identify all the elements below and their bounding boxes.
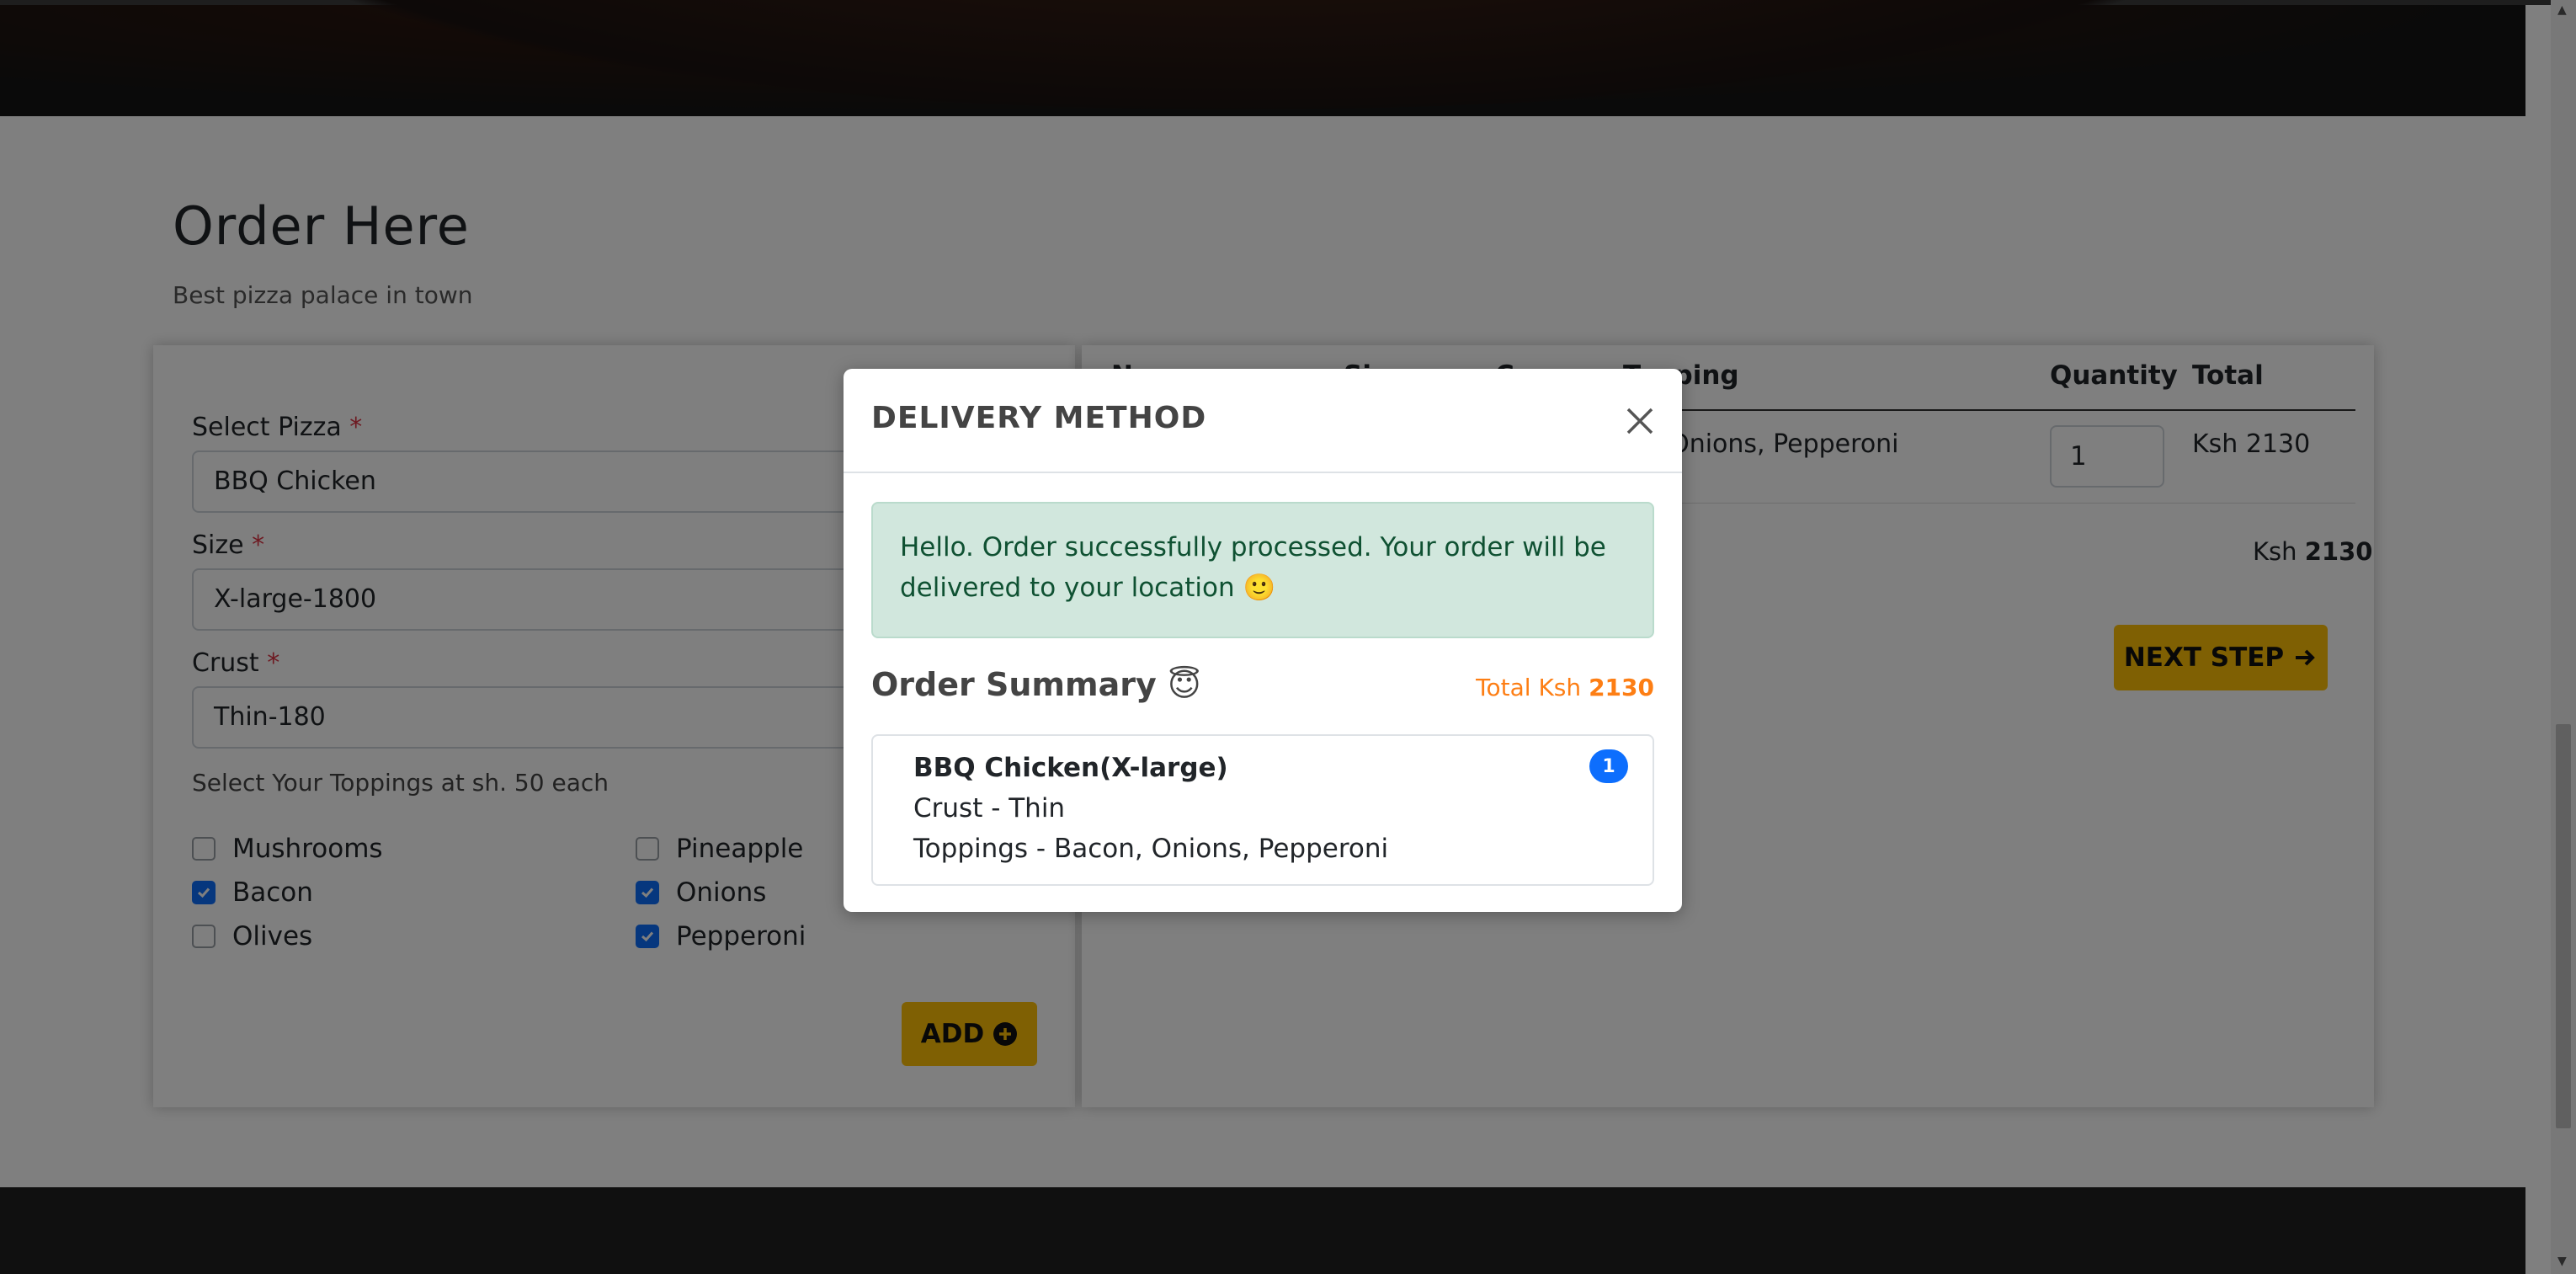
delivery-method-modal: DELIVERY METHOD Hello. Order successfull… [844,369,1682,912]
item-crust: Crust - Thin [913,793,1066,824]
order-summary-item: BBQ Chicken(X-large) Crust - Thin Toppin… [871,734,1654,886]
item-count-badge: 1 [1589,749,1628,783]
modal-header: DELIVERY METHOD [844,369,1682,473]
success-alert: Hello. Order successfully processed. You… [871,502,1654,638]
modal-title: DELIVERY METHOD [871,401,1207,435]
order-summary-title: Order Summary 😇 [871,666,1201,703]
close-icon[interactable] [1623,404,1657,438]
item-title: BBQ Chicken(X-large) [913,753,1228,783]
item-toppings: Toppings - Bacon, Onions, Pepperoni [913,834,1389,864]
order-summary-total: Total Ksh 2130 [1476,674,1654,701]
